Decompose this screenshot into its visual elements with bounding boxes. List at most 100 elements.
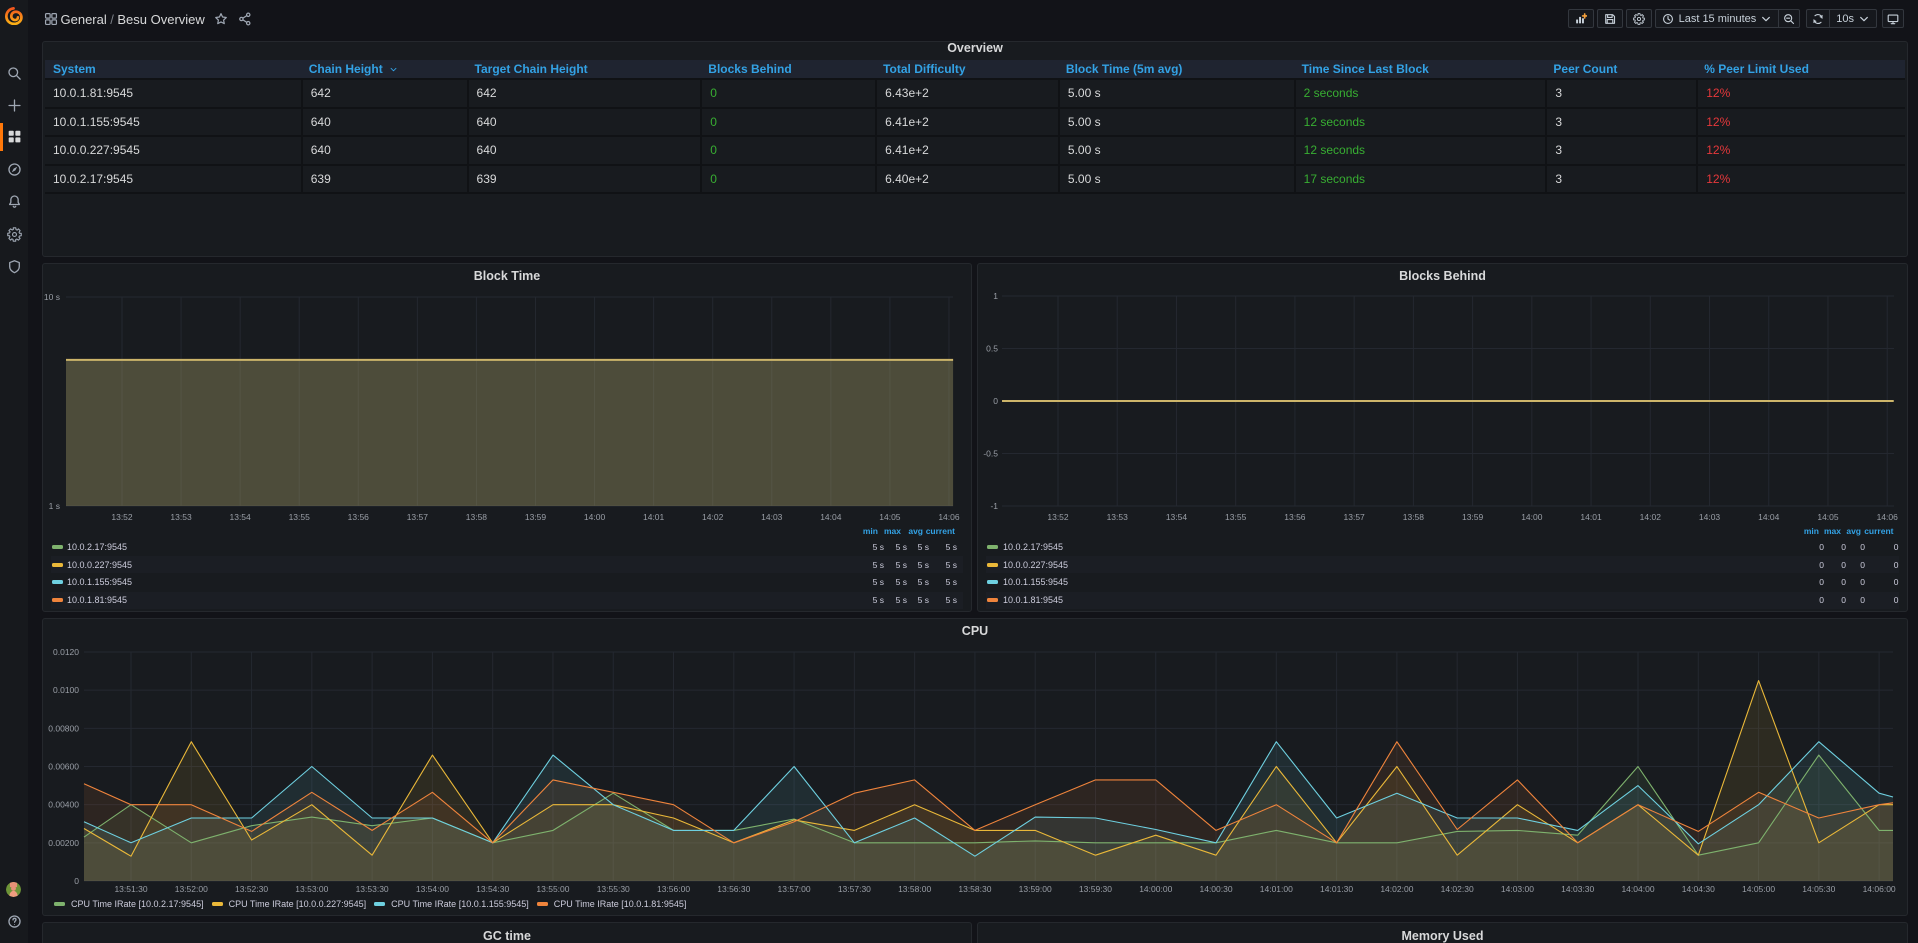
cpu-chart[interactable]: 00.002000.004000.006000.008000.01000.012… — [43, 619, 1907, 899]
sidebar-item-server-admin[interactable] — [0, 252, 28, 282]
table-cell: 642 — [301, 80, 467, 107]
save-dashboard-button[interactable] — [1597, 9, 1623, 28]
sidebar-item-create[interactable] — [0, 90, 28, 120]
avatar[interactable] — [6, 882, 21, 897]
grafana-logo[interactable] — [5, 7, 23, 25]
svg-text:14:05:00: 14:05:00 — [1742, 884, 1775, 894]
panel-memory-used: Memory Used — [977, 922, 1908, 943]
table-header--peer-limit-used[interactable]: % Peer Limit Used — [1696, 60, 1905, 78]
zoom-out-button[interactable] — [1779, 9, 1800, 28]
panel-title-overview[interactable]: Overview — [43, 41, 1907, 55]
table-header-peer-count[interactable]: Peer Count — [1545, 60, 1696, 78]
star-icon[interactable] — [214, 12, 228, 26]
legend-series-label: CPU Time IRate [10.0.1.155:9545] — [391, 899, 529, 909]
plus-icon — [7, 98, 22, 113]
sidebar-item-help[interactable] — [0, 906, 28, 936]
panel-title-memory-used[interactable]: Memory Used — [978, 929, 1907, 943]
shield-icon — [7, 259, 22, 274]
legend-headers: minmaxavgcurrent — [43, 526, 971, 538]
table-cell: 12% — [1696, 80, 1905, 107]
sidebar-item-search[interactable] — [0, 58, 28, 88]
legend-series-swatch — [537, 902, 548, 906]
table-header-target-chain-height[interactable]: Target Chain Height — [467, 60, 701, 78]
legend-row: 10.0.1.81:95450000 — [986, 592, 1899, 609]
table-header-time-since-last-block[interactable]: Time Since Last Block — [1294, 60, 1546, 78]
monitor-icon — [1887, 13, 1899, 25]
breadcrumb: General / Besu Overview — [44, 0, 252, 38]
legend-series-swatch — [52, 563, 63, 567]
legend-item[interactable]: CPU Time IRate [10.0.0.227:9545] — [212, 899, 367, 909]
svg-text:14:01:00: 14:01:00 — [1260, 884, 1293, 894]
table-cell: 640 — [467, 109, 701, 136]
legend-item[interactable]: CPU Time IRate [10.0.2.17:9545] — [54, 899, 204, 909]
legend-series-swatch — [987, 598, 998, 602]
table-header-blocks-behind[interactable]: Blocks Behind — [700, 60, 875, 78]
legend-row: 10.0.1.81:95455 s5 s5 s5 s — [51, 592, 963, 609]
legend-row: 10.0.2.17:95450000 — [986, 539, 1899, 556]
table-cell: 5.00 s — [1058, 137, 1294, 164]
sidebar-item-alerting[interactable] — [0, 187, 28, 217]
legend-series-label[interactable]: 10.0.0.227:9545 — [67, 560, 132, 570]
table-cell: 0 — [700, 137, 875, 164]
legend-row: 10.0.1.155:95455 s5 s5 s5 s — [51, 574, 963, 591]
svg-text:13:53:30: 13:53:30 — [356, 884, 389, 894]
svg-text:14:06:00: 14:06:00 — [1863, 884, 1896, 894]
sidebar-item-dashboards[interactable] — [0, 122, 28, 152]
table-row: 10.0.1.155:954564064006.41e+25.00 s12 se… — [45, 109, 1905, 138]
compass-icon — [7, 162, 22, 177]
legend-series-label[interactable]: 10.0.2.17:9545 — [67, 542, 127, 552]
search-minus-icon — [1783, 13, 1795, 25]
table-cell: 2 seconds — [1294, 80, 1546, 107]
legend-series-swatch — [987, 545, 998, 549]
cycle-view-mode-button[interactable] — [1882, 9, 1904, 28]
legend-series-label[interactable]: 10.0.1.155:9545 — [67, 577, 132, 587]
dashboard-grid-icon — [44, 12, 58, 26]
share-icon[interactable] — [238, 12, 252, 26]
panel-title-gc-time[interactable]: GC time — [43, 929, 971, 943]
panel-blocks-behind: Blocks Behind 10.50-0.5-113:5213:5313:54… — [977, 263, 1908, 612]
legend-value-current: 0 — [1839, 560, 1899, 570]
legend-header-current[interactable]: current — [895, 526, 955, 536]
refresh-button[interactable] — [1806, 9, 1830, 28]
sidebar — [0, 0, 28, 943]
refresh-interval-picker[interactable]: 10s — [1830, 9, 1877, 28]
legend-value-current: 0 — [1839, 542, 1899, 552]
table-header-block-time-5m-avg-[interactable]: Block Time (5m avg) — [1058, 60, 1294, 78]
apps-icon — [7, 129, 22, 144]
svg-text:0.00800: 0.00800 — [48, 723, 79, 733]
legend-item[interactable]: CPU Time IRate [10.0.1.81:9545] — [537, 899, 687, 909]
table-header-chain-height[interactable]: Chain Height — [301, 60, 467, 78]
svg-text:14:00:00: 14:00:00 — [1139, 884, 1172, 894]
time-range-picker[interactable]: Last 15 minutes — [1655, 9, 1780, 28]
legend-header-current[interactable]: current — [1834, 526, 1894, 536]
table-cell: 10.0.0.227:9545 — [45, 137, 301, 164]
sidebar-item-explore[interactable] — [0, 154, 28, 184]
legend-series-label[interactable]: 10.0.2.17:9545 — [1003, 542, 1063, 552]
legend-item[interactable]: CPU Time IRate [10.0.1.155:9545] — [374, 899, 529, 909]
svg-text:14:01:30: 14:01:30 — [1320, 884, 1353, 894]
dashboard-settings-button[interactable] — [1626, 9, 1652, 28]
breadcrumb-title[interactable]: Besu Overview — [117, 12, 204, 27]
table-header-total-difficulty[interactable]: Total Difficulty — [875, 60, 1058, 78]
legend-series-label[interactable]: 10.0.1.81:9545 — [1003, 595, 1063, 605]
legend-series-label[interactable]: 10.0.0.227:9545 — [1003, 560, 1068, 570]
svg-text:13:59:30: 13:59:30 — [1079, 884, 1112, 894]
breadcrumb-folder[interactable]: General — [61, 12, 107, 27]
table-row: 10.0.1.81:954564264206.43e+25.00 s2 seco… — [45, 80, 1905, 109]
add-panel-button[interactable] — [1568, 9, 1594, 28]
nav-toolbar: Last 15 minutes 10s — [1565, 9, 1904, 28]
table-header-system[interactable]: System — [45, 60, 301, 78]
legend-series-label[interactable]: 10.0.1.81:9545 — [67, 595, 127, 605]
chevron-down-icon — [1760, 13, 1772, 25]
sidebar-item-configuration[interactable] — [0, 219, 28, 249]
svg-text:0.0100: 0.0100 — [53, 685, 79, 695]
table-cell: 640 — [301, 137, 467, 164]
cpu-legend: CPU Time IRate [10.0.2.17:9545] CPU Time … — [54, 899, 694, 909]
legend-value-current: 5 s — [897, 595, 957, 605]
table-cell: 12 seconds — [1294, 137, 1546, 164]
legend-series-label[interactable]: 10.0.1.155:9545 — [1003, 577, 1068, 587]
table-cell: 12% — [1696, 137, 1905, 164]
legend-series-swatch — [212, 902, 223, 906]
svg-text:13:52:30: 13:52:30 — [235, 884, 268, 894]
table-cell: 17 seconds — [1294, 166, 1546, 193]
